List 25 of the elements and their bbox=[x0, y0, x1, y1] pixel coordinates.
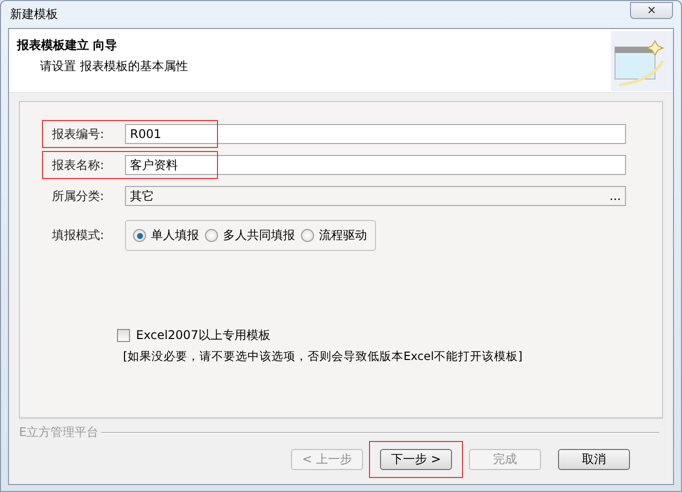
hint-text: [如果没必要，请不要选中该选项，否则会导致低版本Excel不能打开该模板] bbox=[123, 349, 524, 364]
field-label: 报表编号: bbox=[51, 126, 106, 142]
text-field[interactable]: R001 bbox=[125, 124, 626, 144]
field-label: 所属分类: bbox=[51, 188, 106, 204]
wizard-button[interactable]: 取消 bbox=[558, 449, 630, 470]
wizard-button[interactable]: 下一步 > bbox=[380, 449, 452, 470]
field-label: 填报模式: bbox=[51, 227, 106, 244]
radio-label[interactable]: 多人共同填报 bbox=[223, 227, 295, 244]
browse-button[interactable]: ... bbox=[610, 189, 621, 203]
wizard-subtitle: 请设置 报表模板的基本属性 bbox=[40, 58, 188, 75]
window-title: 新建模板 bbox=[10, 6, 58, 23]
wizard-title: 报表模板建立 向导 bbox=[17, 37, 118, 54]
radio-button[interactable] bbox=[301, 229, 314, 242]
radio-button[interactable] bbox=[205, 229, 218, 242]
radio-label[interactable]: 单人填报 bbox=[151, 227, 199, 244]
text-field[interactable]: 客户资料 bbox=[125, 155, 626, 175]
checkbox[interactable] bbox=[117, 329, 130, 342]
group-label: E立方管理平台 bbox=[19, 424, 99, 441]
radio-button[interactable] bbox=[133, 229, 146, 242]
input-field[interactable]: 其它 ... bbox=[125, 186, 626, 206]
checkbox-label[interactable]: Excel2007以上专用模板 bbox=[136, 327, 270, 344]
field-value: 其它 bbox=[130, 188, 154, 204]
field-label: 报表名称: bbox=[51, 156, 106, 174]
close-button[interactable]: ✕ bbox=[630, 2, 673, 19]
radio-label[interactable]: 流程驱动 bbox=[319, 227, 367, 244]
